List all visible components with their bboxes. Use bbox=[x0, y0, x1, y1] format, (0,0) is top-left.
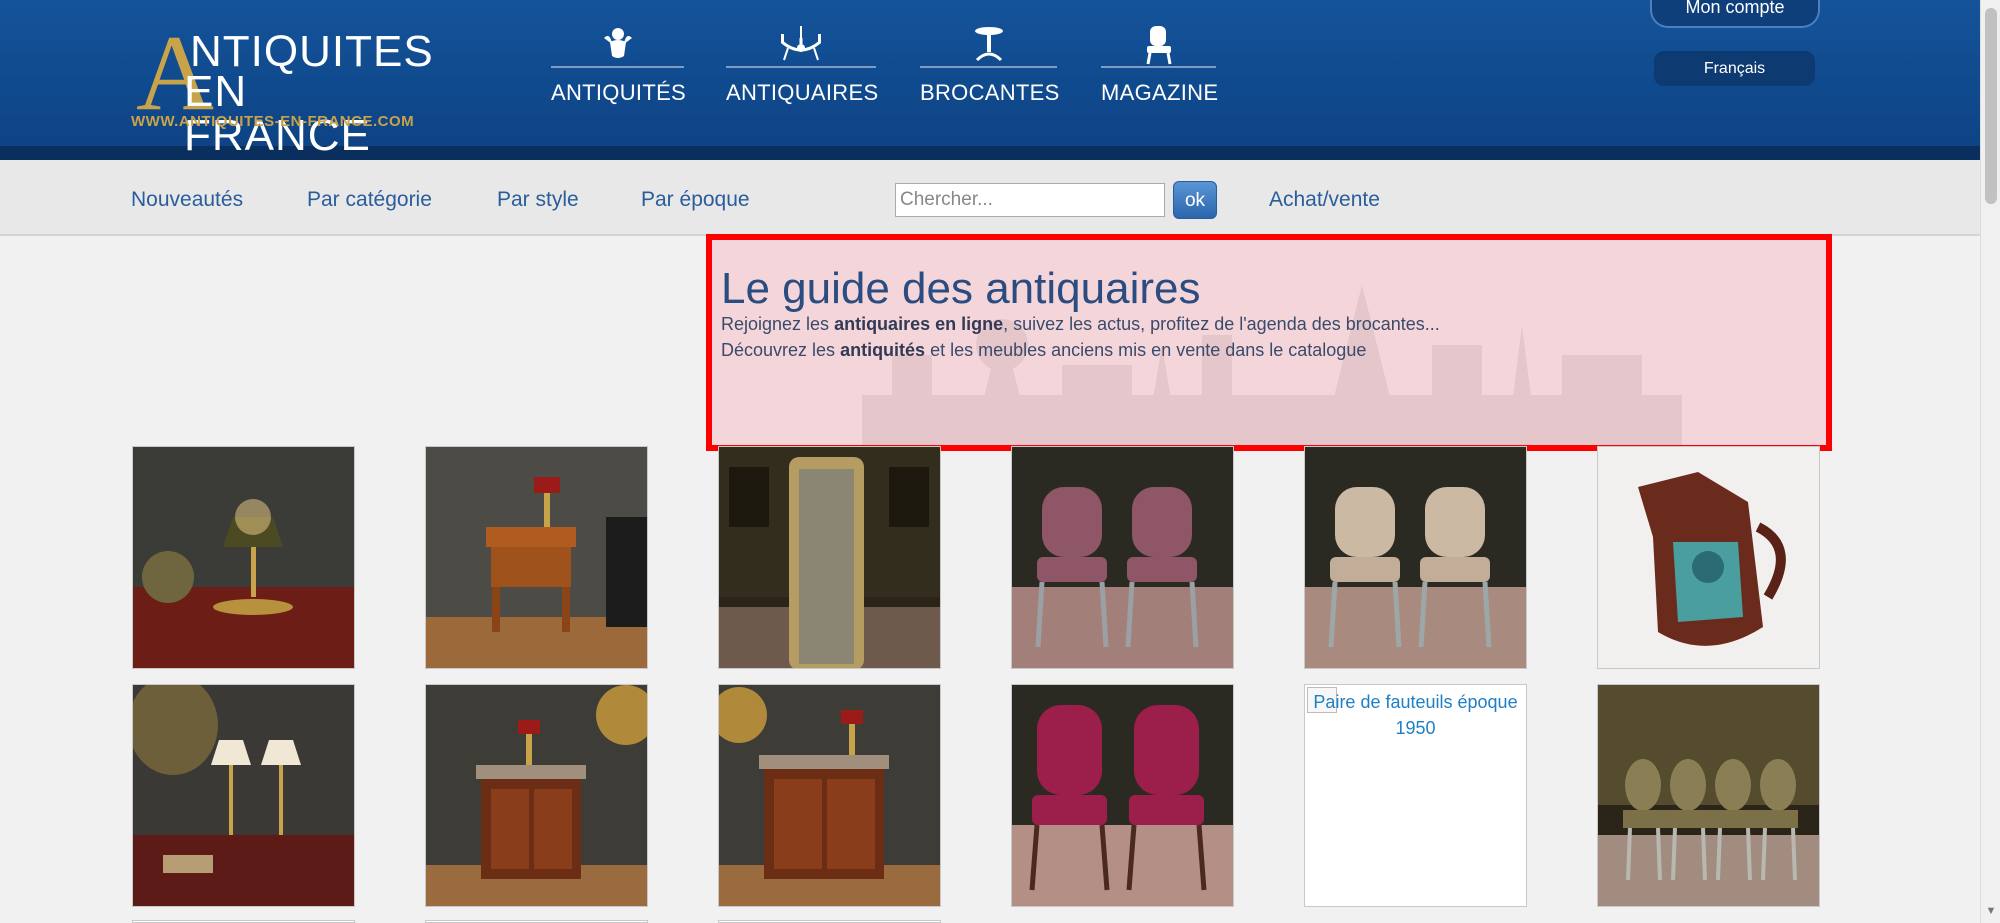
language-button[interactable]: Français bbox=[1654, 51, 1815, 86]
nav-magazine-label: MAGAZINE bbox=[1101, 80, 1219, 105]
page-scrollbar[interactable]: ▼ bbox=[1980, 0, 2000, 923]
guide-intro-line-2: Découvrez les antiquités et les meubles … bbox=[721, 340, 1366, 361]
bouillotte-lamp-photo bbox=[133, 447, 354, 668]
set-of-four-chairs-photo bbox=[1598, 685, 1819, 906]
nav-antiquaires-label: ANTIQUAIRES bbox=[726, 80, 879, 105]
corner-cabinet-photo bbox=[719, 685, 940, 906]
subnav-nouveautes[interactable]: Nouveautés bbox=[131, 188, 243, 212]
corner-cabinet-photo bbox=[426, 685, 647, 906]
nav-antiquites[interactable]: ANTIQUITÉS bbox=[551, 22, 687, 112]
site-header: A NTIQUITES EN FRANCE WWW.ANTIQUITES-EN-… bbox=[0, 0, 1980, 160]
product-thumbnail[interactable] bbox=[132, 446, 355, 669]
pedestal-table-icon bbox=[920, 22, 1057, 68]
product-thumbnail[interactable] bbox=[1304, 446, 1527, 669]
logo-url: WWW.ANTIQUITES-EN-FRANCE.COM bbox=[131, 113, 415, 130]
scrollbar-thumb[interactable] bbox=[1985, 8, 1997, 204]
search-input[interactable] bbox=[895, 183, 1165, 217]
account-button[interactable]: Mon compte bbox=[1650, 0, 1820, 28]
product-thumbnail[interactable] bbox=[425, 446, 648, 669]
guide-line2-text-a: Découvrez les bbox=[721, 340, 841, 360]
pair-of-purple-chairs-photo bbox=[1012, 447, 1233, 668]
search-ok-button[interactable]: ok bbox=[1173, 181, 1217, 219]
guide-line1-text-a: Rejoignez les bbox=[721, 314, 835, 334]
product-thumbnail[interactable] bbox=[718, 684, 941, 907]
scroll-down-arrow-icon[interactable]: ▼ bbox=[1985, 905, 1997, 917]
product-thumbnail[interactable] bbox=[1011, 684, 1234, 907]
cherub-icon bbox=[551, 22, 684, 68]
guide-banner: Le guide des antiquaires Rejoignez les a… bbox=[706, 234, 1832, 451]
product-thumbnail[interactable] bbox=[1011, 446, 1234, 669]
product-image-alt-text: Paire de fauteuils époque 1950 bbox=[1313, 692, 1518, 738]
nav-antiquaires[interactable]: ANTIQUAIRES bbox=[726, 22, 879, 112]
guide-intro-line-1: Rejoignez les antiquaires en ligne, suiv… bbox=[721, 314, 1440, 335]
product-thumbnail[interactable] bbox=[718, 446, 941, 669]
chandelier-icon bbox=[726, 22, 876, 68]
bedside-table-photo bbox=[426, 447, 647, 668]
subnav-par-categorie[interactable]: Par catégorie bbox=[307, 188, 432, 212]
pair-of-cream-chairs-photo bbox=[1305, 447, 1526, 668]
nav-brocantes-label: BROCANTES bbox=[920, 80, 1060, 105]
product-thumbnail[interactable] bbox=[425, 684, 648, 907]
pair-of-pink-armchairs-photo bbox=[1012, 685, 1233, 906]
subnav-achat-vente[interactable]: Achat/vente bbox=[1269, 188, 1380, 212]
pair-of-lamps-photo bbox=[133, 685, 354, 906]
sub-nav: Nouveautés Par catégorie Par style Par é… bbox=[0, 160, 1980, 236]
guide-link-antiquites[interactable]: antiquités bbox=[840, 340, 925, 360]
subnav-par-style[interactable]: Par style bbox=[497, 188, 579, 212]
majolica-pitcher-photo bbox=[1598, 447, 1819, 668]
guide-line1-text-c: , suivez les actus, profitez de l'agenda… bbox=[1003, 314, 1440, 334]
nav-brocantes[interactable]: BROCANTES bbox=[920, 22, 1060, 112]
armchair-icon bbox=[1101, 22, 1216, 68]
product-thumbnail[interactable] bbox=[1597, 446, 1820, 669]
nav-magazine[interactable]: MAGAZINE bbox=[1101, 22, 1219, 112]
product-thumbnail[interactable] bbox=[132, 684, 355, 907]
product-thumbnail[interactable] bbox=[1597, 684, 1820, 907]
guide-line2-text-c: et les meubles anciens mis en vente dans… bbox=[925, 340, 1367, 360]
guide-link-antiquaires[interactable]: antiquaires en ligne bbox=[834, 314, 1003, 334]
site-logo[interactable]: A NTIQUITES EN FRANCE WWW.ANTIQUITES-EN-… bbox=[130, 20, 440, 158]
subnav-par-epoque[interactable]: Par époque bbox=[641, 188, 750, 212]
gilt-mirror-photo bbox=[719, 447, 940, 668]
product-thumbnail-broken[interactable]: Paire de fauteuils époque 1950 bbox=[1304, 684, 1527, 907]
guide-title: Le guide des antiquaires bbox=[721, 264, 1201, 313]
nav-antiquites-label: ANTIQUITÉS bbox=[551, 80, 687, 105]
